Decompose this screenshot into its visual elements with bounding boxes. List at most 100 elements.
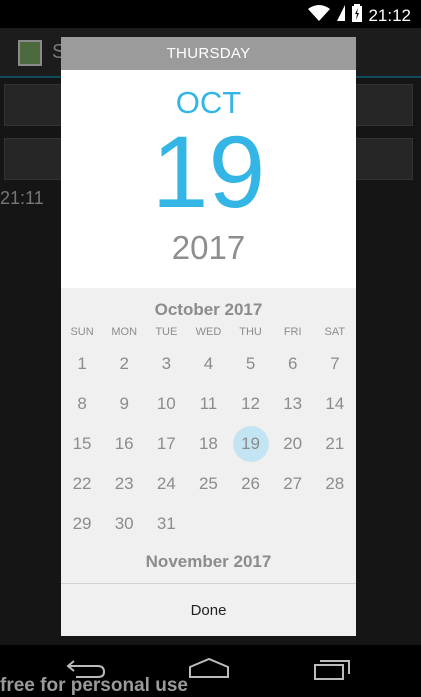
day-cell[interactable]: 16 <box>103 424 145 464</box>
battery-icon <box>352 4 363 27</box>
weekday-label: FRI <box>283 326 302 338</box>
day-cell[interactable]: 7 <box>314 344 356 384</box>
recent-apps-icon[interactable] <box>313 657 351 686</box>
selected-day-cell[interactable]: 19 <box>230 424 272 464</box>
day-cell[interactable]: 24 <box>145 464 187 504</box>
weekday-label: SAT <box>324 326 346 338</box>
day-number: 17 <box>156 434 176 453</box>
weekday-label: MON <box>111 326 138 338</box>
day-number: 25 <box>198 474 218 493</box>
watermark: free for personal use <box>0 675 188 696</box>
weekday-label: THU <box>239 326 262 338</box>
day-cell[interactable]: 8 <box>61 384 103 424</box>
day-number: 10 <box>156 394 176 413</box>
day-number: 18 <box>198 434 218 453</box>
selected-date-display: OCT 19 2017 <box>61 70 356 288</box>
day-cell[interactable]: 13 <box>272 384 314 424</box>
calendar-month-view[interactable]: October 2017 SUN MON TUE WED THU FRI SAT… <box>61 288 356 583</box>
day-cell[interactable]: 18 <box>187 424 229 464</box>
weekday-label: SUN <box>70 326 94 338</box>
month-label: October 2017 <box>154 300 263 319</box>
weekday-label: WED <box>195 326 222 338</box>
app-icon <box>18 40 42 66</box>
day-number: 6 <box>287 354 298 373</box>
day-cell[interactable]: 14 <box>314 384 356 424</box>
day-number: 13 <box>283 394 303 413</box>
day-cell[interactable]: 22 <box>61 464 103 504</box>
day-number: 11 <box>199 394 218 413</box>
calendar-week-row: 22 23 24 25 26 27 28 <box>61 464 356 504</box>
calendar-week-row: 29 30 31 <box>61 504 356 544</box>
day-number: 20 <box>283 434 303 453</box>
day-number: 19 <box>241 434 261 453</box>
day-cell[interactable]: 25 <box>187 464 229 504</box>
day-number: 29 <box>72 514 92 533</box>
day-number: 2 <box>119 354 129 373</box>
home-icon[interactable] <box>188 657 230 684</box>
day-cell[interactable]: 20 <box>272 424 314 464</box>
selected-year[interactable]: 2017 <box>61 229 356 267</box>
background-time-text: 21:11 <box>0 188 44 208</box>
day-number: 28 <box>325 474 345 493</box>
empty-day-cell <box>230 504 272 544</box>
done-button[interactable]: Done <box>61 584 356 636</box>
empty-day-cell <box>187 504 229 544</box>
day-number: 15 <box>72 434 92 453</box>
day-cell[interactable]: 6 <box>272 344 314 384</box>
day-number: 27 <box>283 474 303 493</box>
day-number: 26 <box>241 474 261 493</box>
day-cell[interactable]: 28 <box>314 464 356 504</box>
dialog-footer: Done <box>61 583 356 636</box>
weekday-label: TUE <box>155 326 178 338</box>
day-number: 1 <box>77 354 87 373</box>
day-cell[interactable]: 27 <box>272 464 314 504</box>
day-cell[interactable]: 2 <box>103 344 145 384</box>
day-of-week-header: THURSDAY <box>61 37 356 70</box>
day-cell[interactable]: 12 <box>230 384 272 424</box>
calendar-week-row: 1 2 3 4 5 6 7 <box>61 344 356 384</box>
day-cell[interactable]: 4 <box>187 344 229 384</box>
day-cell[interactable]: 26 <box>230 464 272 504</box>
day-number: 7 <box>330 354 340 373</box>
empty-day-cell <box>314 504 356 544</box>
day-number: 9 <box>119 394 129 413</box>
wifi-icon <box>308 4 331 27</box>
day-number: 30 <box>114 514 134 533</box>
status-bar: 21:12 <box>0 0 421 28</box>
day-cell[interactable]: 31 <box>145 504 187 544</box>
day-number: 22 <box>72 474 92 493</box>
day-number: 24 <box>156 474 176 493</box>
day-cell[interactable]: 30 <box>103 504 145 544</box>
day-cell[interactable]: 17 <box>145 424 187 464</box>
clock: 21:12 <box>368 5 411 25</box>
day-number: 21 <box>325 434 345 453</box>
day-cell[interactable]: 9 <box>103 384 145 424</box>
day-number: 16 <box>114 434 134 453</box>
day-cell[interactable]: 3 <box>145 344 187 384</box>
day-cell[interactable]: 29 <box>61 504 103 544</box>
weekday-header: SUN MON TUE WED THU FRI SAT <box>61 326 356 338</box>
day-number: 4 <box>203 354 214 373</box>
day-number: 12 <box>241 394 261 413</box>
day-number: 3 <box>161 354 172 373</box>
day-cell[interactable]: 15 <box>61 424 103 464</box>
day-number: 14 <box>325 394 345 413</box>
signal-icon <box>336 4 346 27</box>
day-cell[interactable]: 23 <box>103 464 145 504</box>
day-cell[interactable]: 5 <box>230 344 272 384</box>
day-cell[interactable]: 1 <box>61 344 103 384</box>
day-number: 23 <box>114 474 134 493</box>
next-month-label: November 2017 <box>145 552 272 571</box>
day-number: 8 <box>77 394 87 413</box>
day-number: 5 <box>245 354 256 373</box>
day-cell[interactable]: 10 <box>145 384 187 424</box>
day-grid: 1 2 3 4 5 6 7 8 9 10 11 12 13 14 15 16 17 18 19 20 21 22 23 24 2… <box>61 344 356 544</box>
calendar-week-row: 15 16 17 18 19 20 21 <box>61 424 356 464</box>
day-cell[interactable]: 11 <box>187 384 229 424</box>
calendar-week-row: 8 9 10 11 12 13 14 <box>61 384 356 424</box>
day-number: 31 <box>156 514 176 533</box>
selected-day[interactable]: 19 <box>61 117 356 227</box>
day-cell[interactable]: 21 <box>314 424 356 464</box>
empty-day-cell <box>272 504 314 544</box>
date-picker-dialog: THURSDAY OCT 19 2017 October 2017 SUN MO… <box>61 37 356 636</box>
